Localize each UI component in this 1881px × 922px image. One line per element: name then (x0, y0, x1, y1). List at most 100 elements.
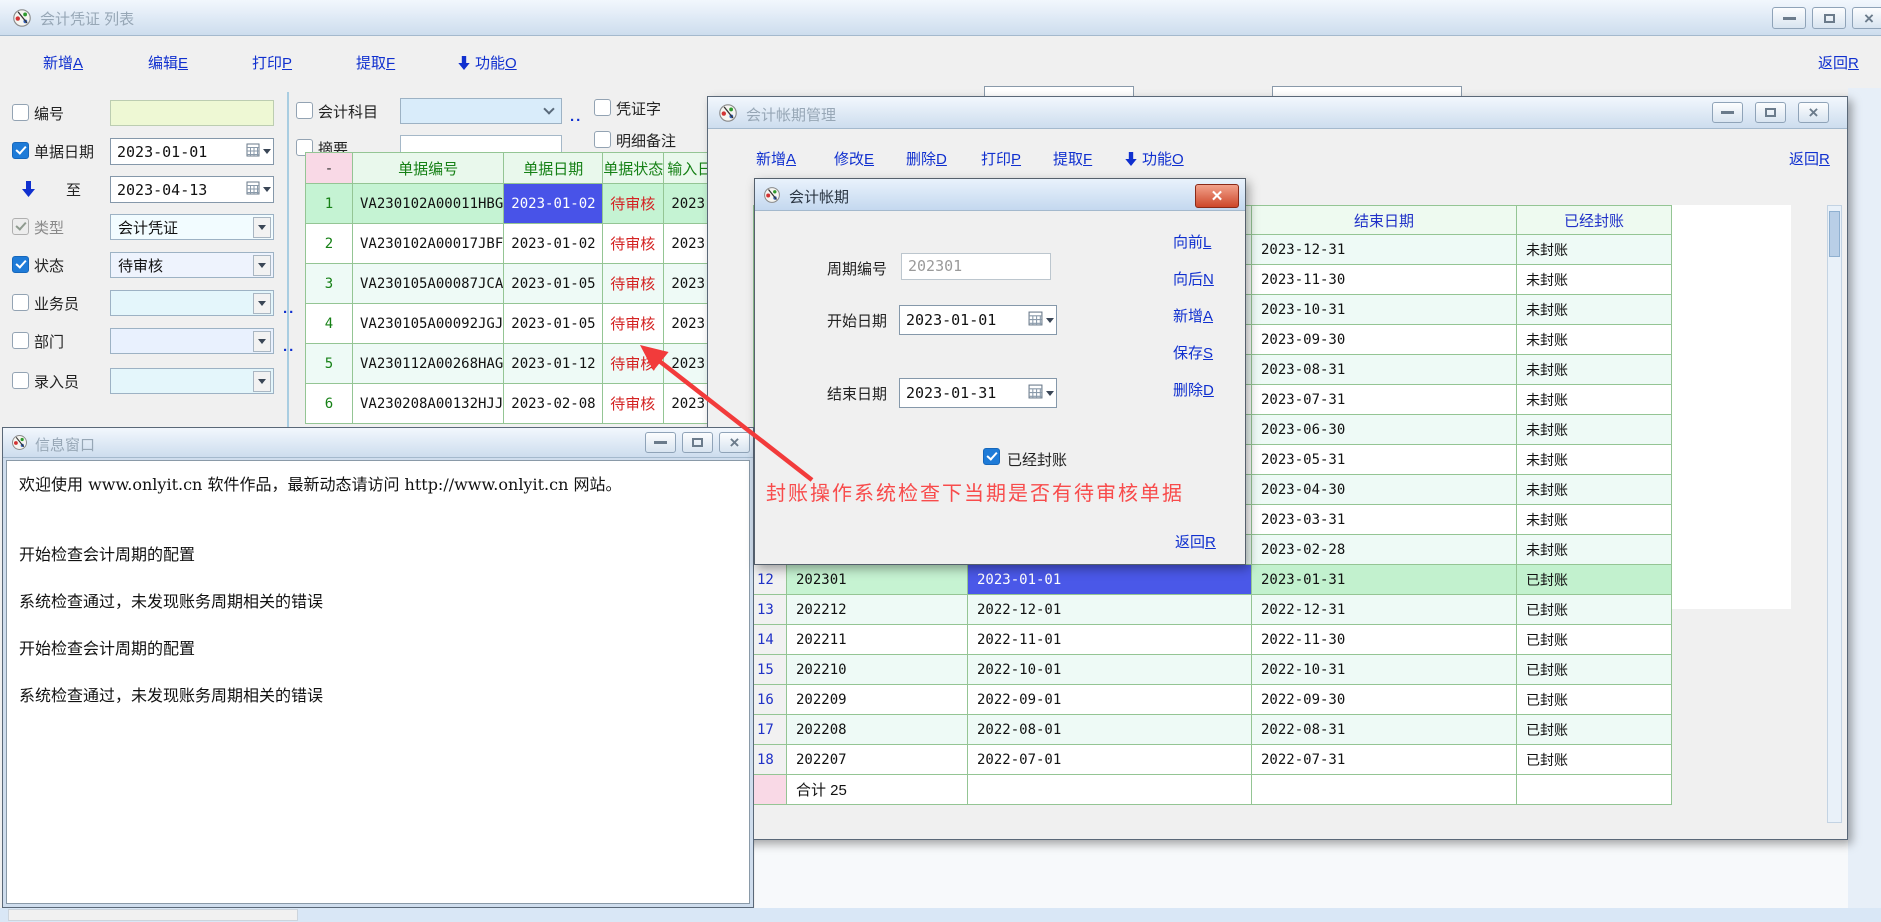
subject-combo[interactable] (400, 98, 562, 124)
period-row[interactable]: 14 202211 2022-11-01 2022-11-30 已封账 (754, 625, 1672, 655)
period-row[interactable]: 13 202212 2022-12-01 2022-12-31 已封账 (754, 595, 1672, 625)
dropdown-arrow-icon[interactable] (1046, 318, 1054, 323)
cell-rowno: 18 (754, 745, 787, 775)
voucher-row[interactable]: 5 VA230112A00268HAG 2023-01-12 待审核 2023-… (306, 344, 731, 384)
app-icon (763, 186, 781, 208)
calendar-icon[interactable] (246, 181, 260, 199)
cell-rowno: 6 (306, 384, 353, 424)
toolbar-link[interactable]: 新增A (43, 52, 83, 73)
minimize-button[interactable] (1712, 102, 1743, 123)
close-button[interactable]: × (1798, 102, 1829, 123)
toolbar-link[interactable]: 提取F (1053, 148, 1092, 169)
salesman-combo[interactable] (110, 290, 274, 316)
toolbar-link[interactable]: 功能O (1125, 148, 1184, 169)
subject-more-link[interactable]: .. (570, 108, 582, 125)
voucher-row[interactable]: 2 VA230102A00017JBF 2023-01-02 待审核 2023-… (306, 224, 731, 264)
date-to-input[interactable]: 2023-04-13 (110, 176, 274, 203)
combo-dropdown-button[interactable] (253, 331, 271, 352)
cell-closed: 已封账 (1517, 715, 1672, 745)
docno-checkbox[interactable] (12, 104, 29, 121)
screen: 会计凭证 列表 × 新增A 编辑E 打印P 提取F 功能O 返回R 编号 (0, 0, 1881, 922)
cell-end: 2022-11-30 (1252, 625, 1517, 655)
status-combo[interactable]: 待审核 (110, 252, 274, 278)
combo-dropdown-button[interactable] (253, 217, 271, 238)
dialog-close-button[interactable]: ✕ (1195, 184, 1239, 208)
dialog-action-link[interactable]: 向前L (1173, 231, 1237, 252)
date-from-input[interactable]: 2023-01-01 (110, 138, 274, 165)
combo-dropdown-button[interactable] (253, 255, 271, 276)
cell-end: 2022-09-30 (1252, 685, 1517, 715)
toolbar-link[interactable]: 打印P (252, 52, 292, 73)
period-row[interactable]: 16 202209 2022-09-01 2022-09-30 已封账 (754, 685, 1672, 715)
period-row[interactable]: 15 202210 2022-10-01 2022-10-31 已封账 (754, 655, 1672, 685)
close-button[interactable]: × (719, 432, 750, 453)
dept-combo[interactable] (110, 328, 274, 354)
period-row[interactable]: 17 202208 2022-08-01 2022-08-31 已封账 (754, 715, 1672, 745)
maximize-button[interactable] (1755, 102, 1786, 123)
dropdown-arrow-icon[interactable] (1046, 391, 1054, 396)
minimize-button[interactable] (645, 432, 676, 453)
dialog-action-link[interactable]: 向后N (1173, 268, 1237, 289)
cell-start: 2023-01-01 (968, 565, 1252, 595)
type-label: 类型 (34, 217, 64, 238)
voucher-row[interactable]: 4 VA230105A00092JGJ 2023-01-05 待审核 2023-… (306, 304, 731, 344)
cell-code: VA230102A00017JBF (353, 224, 504, 264)
period-row[interactable]: 12 202301 2023-01-01 2023-01-31 已封账 (754, 565, 1672, 595)
closed-label: 已经封账 (1007, 449, 1067, 470)
combo-dropdown-button[interactable] (253, 293, 271, 314)
salesman-checkbox[interactable] (12, 294, 29, 311)
docno-input[interactable] (110, 100, 274, 126)
voucher-row[interactable]: 1 VA230102A00011HBG 2023-01-02 待审核 2023-… (306, 184, 731, 224)
dept-checkbox[interactable] (12, 332, 29, 349)
status-checkbox[interactable] (12, 256, 29, 273)
voucher-row[interactable]: 3 VA230105A00087JCA 2023-01-05 待审核 2023-… (306, 264, 731, 304)
dialog-title: 会计帐期 (789, 186, 849, 207)
period-no-value[interactable]: 202301 (901, 253, 1051, 280)
calendar-icon[interactable] (1028, 311, 1043, 330)
dropdown-arrow-icon[interactable] (263, 149, 271, 154)
salesman-more-link[interactable]: .. (283, 300, 295, 317)
toolbar-link[interactable]: 功能O (458, 52, 517, 73)
start-date-input[interactable]: 2023-01-01 (899, 305, 1057, 335)
dropdown-arrow-icon[interactable] (263, 187, 271, 192)
close-button[interactable]: × (1852, 7, 1881, 29)
return-link[interactable]: 返回R (1818, 52, 1859, 73)
toolbar-link[interactable]: 编辑E (148, 52, 188, 73)
scrollbar-thumb[interactable] (1829, 211, 1840, 257)
cell-period: 202208 (787, 715, 968, 745)
dialog-action-link[interactable]: 保存S (1173, 342, 1237, 363)
toolbar-link[interactable]: 删除D (906, 148, 947, 169)
vertical-scrollbar[interactable] (1827, 205, 1842, 823)
cell-rowno: 14 (754, 625, 787, 655)
detail-note-checkbox[interactable] (594, 131, 611, 148)
cell-period: 202210 (787, 655, 968, 685)
voucher-row[interactable]: 6 VA230208A00132HJJ 2023-02-08 待审核 2023-… (306, 384, 731, 424)
period-window-titlebar: 会计帐期管理 × (708, 97, 1847, 129)
cell-closed: 已封账 (1517, 685, 1672, 715)
voucher-word-checkbox[interactable] (594, 99, 611, 116)
type-combo[interactable]: 会计凭证 (110, 214, 274, 240)
combo-dropdown-button[interactable] (253, 371, 271, 392)
toolbar-link[interactable]: 提取F (356, 52, 395, 73)
calendar-icon[interactable] (246, 143, 260, 161)
dialog-return-link[interactable]: 返回R (1175, 531, 1216, 552)
dialog-action-link[interactable]: 新增A (1173, 305, 1237, 326)
recorder-combo[interactable] (110, 368, 274, 394)
subject-checkbox[interactable] (296, 102, 313, 119)
dialog-action-link[interactable]: 删除D (1173, 379, 1237, 400)
return-link[interactable]: 返回R (1789, 148, 1830, 169)
date-from-checkbox[interactable] (12, 142, 29, 159)
period-row[interactable]: 18 202207 2022-07-01 2022-07-31 已封账 (754, 745, 1672, 775)
chevron-down-icon[interactable] (543, 103, 554, 114)
end-date-input[interactable]: 2023-01-31 (899, 378, 1057, 408)
toolbar-link[interactable]: 打印P (981, 148, 1021, 169)
minimize-button[interactable] (1772, 7, 1806, 29)
toolbar-link[interactable]: 新增A (756, 148, 796, 169)
recorder-checkbox[interactable] (12, 372, 29, 389)
dept-more-link[interactable]: .. (283, 338, 295, 355)
calendar-icon[interactable] (1028, 384, 1043, 403)
closed-checkbox[interactable] (983, 448, 1000, 465)
maximize-button[interactable] (682, 432, 713, 453)
toolbar-link[interactable]: 修改E (834, 148, 874, 169)
maximize-button[interactable] (1812, 7, 1846, 29)
